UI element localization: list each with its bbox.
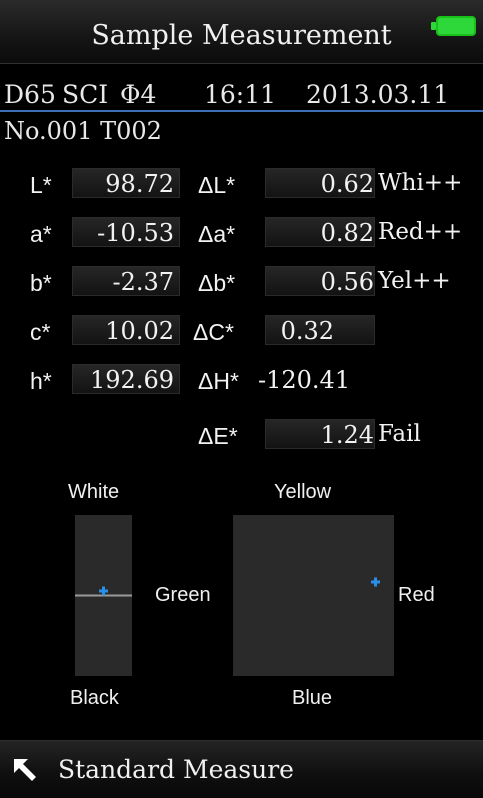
time: 16:11 bbox=[204, 80, 277, 109]
color-axes bbox=[233, 515, 394, 676]
dh-value: -120.41 bbox=[258, 366, 351, 394]
sample-id: No.001 T002 bbox=[4, 117, 162, 145]
b-label: b* bbox=[30, 270, 52, 296]
l-label: L* bbox=[30, 172, 52, 198]
color-marker bbox=[371, 577, 380, 587]
aperture: Φ4 bbox=[120, 80, 157, 109]
db-label: Δb* bbox=[198, 270, 236, 296]
red-label: Red bbox=[398, 584, 435, 606]
green-label: Green bbox=[155, 584, 211, 606]
lightness-graph bbox=[75, 515, 132, 676]
de-value: 1.24 bbox=[320, 421, 374, 449]
standard-measure-button[interactable]: Standard Measure bbox=[0, 740, 483, 798]
dl-label: ΔL* bbox=[198, 172, 236, 198]
de-label: ΔE* bbox=[198, 423, 238, 449]
lightness-marker bbox=[99, 586, 108, 596]
dl-value: 0.62 bbox=[320, 170, 374, 198]
dh-label: ΔH* bbox=[198, 368, 239, 394]
yellow-label: Yellow bbox=[274, 481, 332, 503]
arrow-up-left-icon bbox=[14, 759, 36, 781]
title-bar: Sample Measurement bbox=[0, 0, 483, 64]
h-value: 192.69 bbox=[90, 366, 174, 394]
da-value: 0.82 bbox=[320, 219, 374, 247]
b-value: -2.37 bbox=[112, 268, 174, 296]
standard-measure-label: Standard Measure bbox=[58, 755, 294, 784]
db-value: 0.56 bbox=[320, 268, 374, 296]
mode: SCI bbox=[62, 80, 109, 109]
da-label: Δa* bbox=[198, 221, 236, 247]
measurement-info: D65 SCI Φ4 16:11 2013.03.11 bbox=[0, 76, 483, 112]
page-title: Sample Measurement bbox=[91, 20, 392, 51]
dc-label: ΔC* bbox=[193, 319, 234, 345]
a-label: a* bbox=[30, 221, 52, 247]
dc-value: 0.32 bbox=[280, 317, 334, 345]
b-assessment: Yel++ bbox=[378, 268, 451, 294]
lightness-axes bbox=[75, 515, 132, 676]
h-label: h* bbox=[30, 368, 52, 394]
de-result: Fail bbox=[378, 421, 421, 447]
blue-label: Blue bbox=[292, 687, 333, 709]
white-label: White bbox=[68, 481, 120, 503]
date: 2013.03.11 bbox=[306, 80, 450, 109]
c-value: 10.02 bbox=[105, 317, 174, 345]
a-value: -10.53 bbox=[97, 219, 174, 247]
illuminant: D65 bbox=[4, 80, 56, 109]
l-assessment: Whi++ bbox=[378, 170, 463, 196]
l-value: 98.72 bbox=[105, 170, 174, 198]
black-label: Black bbox=[70, 687, 119, 709]
c-label: c* bbox=[30, 319, 51, 345]
a-assessment: Red++ bbox=[378, 219, 463, 245]
battery-full-icon bbox=[431, 16, 476, 36]
color-graph bbox=[233, 515, 394, 676]
